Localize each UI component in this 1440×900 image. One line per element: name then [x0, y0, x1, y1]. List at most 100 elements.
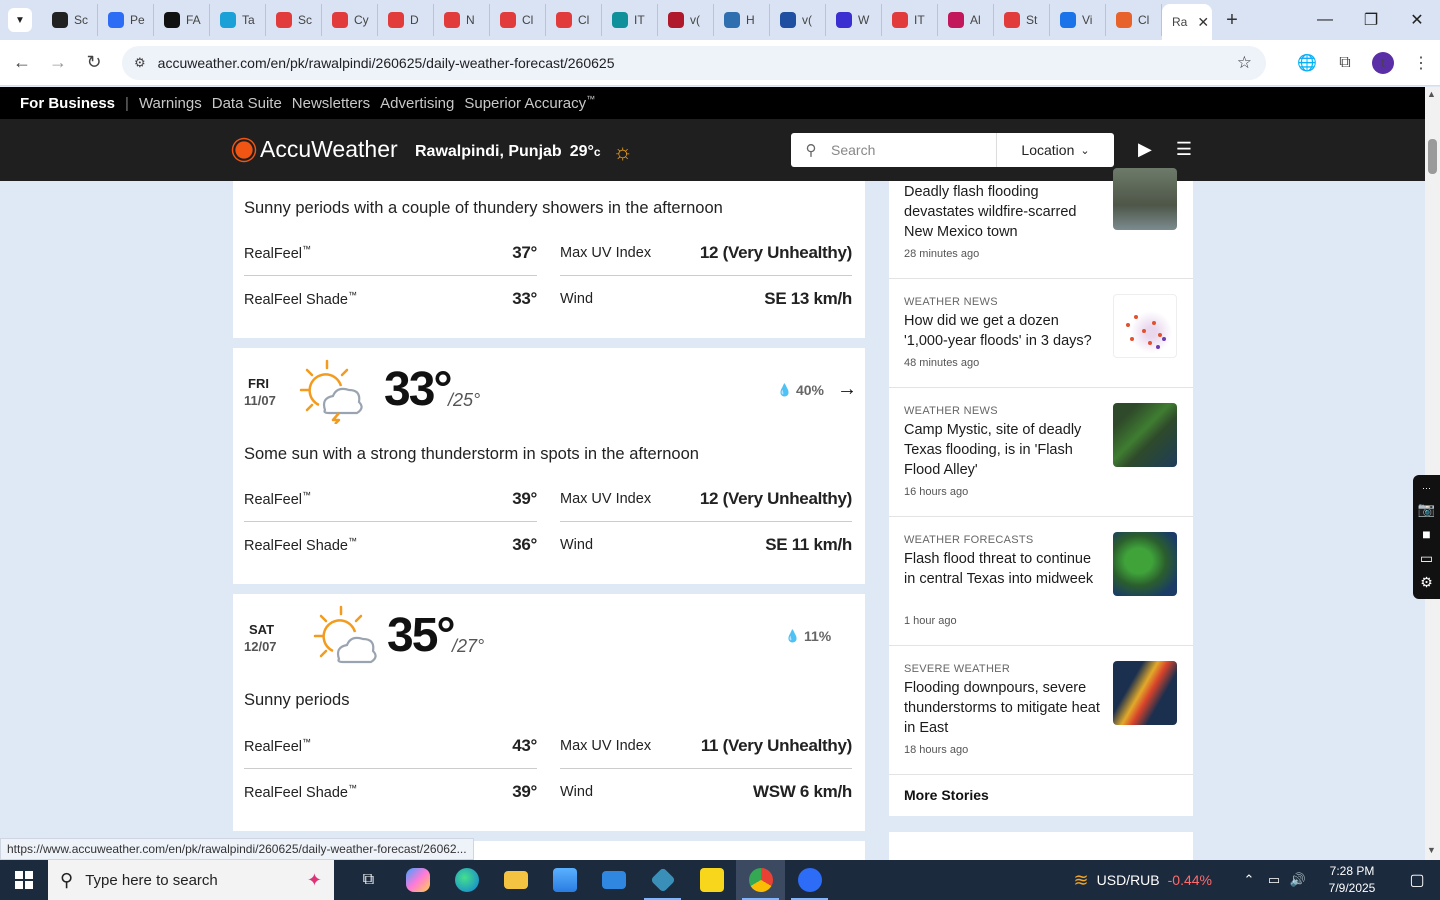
link-icon[interactable]: ⋯: [1422, 483, 1431, 494]
edge-app[interactable]: [442, 860, 491, 900]
chrome-app[interactable]: [736, 860, 785, 900]
news-title[interactable]: How did we get a dozen '1,000-year flood…: [904, 311, 1102, 351]
video-icon[interactable]: ▶: [1138, 139, 1152, 160]
browser-tab[interactable]: Vi: [1050, 4, 1106, 36]
taskbar-search[interactable]: ⚲ Type here to search ✦: [48, 860, 334, 900]
browser-tab[interactable]: W: [826, 4, 882, 36]
start-button[interactable]: [0, 860, 48, 900]
browser-tab[interactable]: N: [434, 4, 490, 36]
window-icon[interactable]: ▭: [1420, 550, 1433, 567]
news-item[interactable]: WEATHER NEWS Camp Mystic, site of deadly…: [889, 388, 1193, 517]
system-clock[interactable]: 7:28 PM 7/9/2025: [1310, 863, 1394, 897]
browser-tab[interactable]: D: [378, 4, 434, 36]
browser-tab[interactable]: Sc: [266, 4, 322, 36]
news-thumbnail[interactable]: [1113, 403, 1177, 467]
browser-tab[interactable]: Pe: [98, 4, 154, 36]
day-of-week: FRI: [248, 376, 269, 391]
camera-icon[interactable]: 📷: [1418, 501, 1435, 518]
page-scrollbar[interactable]: ▲ ▼: [1425, 87, 1440, 860]
newsletters-link[interactable]: Newsletters: [292, 95, 370, 112]
current-location[interactable]: Rawalpindi, Punjab 29°c ☼: [415, 139, 633, 165]
news-item[interactable]: WEATHER NEWS How did we get a dozen '1,0…: [889, 279, 1193, 388]
news-item[interactable]: Deadly flash flooding devastates wildfir…: [889, 168, 1193, 279]
browser-tab[interactable]: v(: [770, 4, 826, 36]
notification-icon[interactable]: ▢: [1394, 870, 1440, 890]
copilot-app[interactable]: [393, 860, 442, 900]
data-suite-link[interactable]: Data Suite: [212, 95, 282, 112]
max-uv-row: Max UV Index 12 (Very Unhealthy): [560, 476, 852, 522]
reload-button[interactable]: ↻: [76, 45, 112, 81]
browser-tab[interactable]: Ta: [210, 4, 266, 36]
bookmark-star-icon[interactable]: ☆: [1237, 53, 1252, 73]
gear-icon[interactable]: ⚙: [1420, 574, 1433, 591]
back-button[interactable]: ←: [4, 45, 40, 81]
maximize-button[interactable]: ❐: [1348, 0, 1394, 40]
sticky-notes-app[interactable]: [687, 860, 736, 900]
browser-tab[interactable]: Cy: [322, 4, 378, 36]
profile-avatar[interactable]: t: [1372, 52, 1394, 74]
browser-tab[interactable]: Cl: [1106, 4, 1162, 36]
network-icon[interactable]: ▭: [1262, 872, 1286, 888]
volume-icon[interactable]: 🔊: [1286, 872, 1310, 888]
news-thumbnail[interactable]: [1113, 532, 1177, 596]
warnings-link[interactable]: Warnings: [139, 95, 202, 112]
browser-tab[interactable]: H: [714, 4, 770, 36]
news-item[interactable]: SEVERE WEATHER Flooding downpours, sever…: [889, 646, 1193, 775]
close-window-button[interactable]: ✕: [1394, 0, 1440, 40]
forward-button[interactable]: →: [40, 45, 76, 81]
tab-search-button[interactable]: ▼: [8, 8, 32, 32]
show-hidden-icons[interactable]: ⌃: [1236, 872, 1262, 888]
taskbar-search-input[interactable]: Type here to search: [85, 872, 218, 889]
video-camera-icon[interactable]: ■: [1422, 526, 1430, 542]
superior-accuracy-link[interactable]: Superior Accuracy™: [464, 94, 595, 112]
mail-app[interactable]: [589, 860, 638, 900]
forecast-card-partial[interactable]: Sunny periods with a couple of thundery …: [233, 181, 865, 338]
more-stories-link[interactable]: More Stories: [904, 787, 989, 803]
vpn-app[interactable]: [638, 860, 687, 900]
browser-tab[interactable]: Cl: [546, 4, 602, 36]
news-title[interactable]: Deadly flash flooding devastates wildfir…: [904, 182, 1102, 242]
menu-kebab-icon[interactable]: ⋮: [1402, 53, 1440, 73]
browser-tab[interactable]: IT: [882, 4, 938, 36]
browser-tab[interactable]: Al: [938, 4, 994, 36]
scroll-down-arrow-icon[interactable]: ▼: [1427, 845, 1436, 855]
site-info-icon[interactable]: ⚙: [134, 55, 146, 71]
arrow-right-icon[interactable]: →: [837, 378, 857, 401]
for-business-link[interactable]: For Business: [20, 95, 115, 112]
store-app[interactable]: [540, 860, 589, 900]
close-tab-icon[interactable]: ✕: [1197, 14, 1209, 31]
stock-ticker-widget[interactable]: ≋ USD/RUB -0.44%: [1074, 870, 1212, 891]
advertising-link[interactable]: Advertising: [380, 95, 454, 112]
hamburger-menu-icon[interactable]: ☰: [1176, 139, 1192, 160]
forecast-card-fri[interactable]: FRI 11/07 33° /25° 💧 40% → Some sun with…: [233, 348, 865, 584]
zoom-app[interactable]: [785, 860, 834, 900]
forecast-card-sat[interactable]: SAT 12/07 35° /27° 💧 11% Sunny periods R…: [233, 594, 865, 831]
new-tab-button[interactable]: +: [1218, 6, 1246, 34]
file-explorer-app[interactable]: [491, 860, 540, 900]
translate-icon[interactable]: 🌐: [1288, 53, 1326, 73]
news-title[interactable]: Camp Mystic, site of deadly Texas floodi…: [904, 420, 1102, 480]
browser-tab[interactable]: FA: [154, 4, 210, 36]
address-bar[interactable]: ⚙ accuweather.com/en/pk/rawalpindi/26062…: [122, 46, 1266, 80]
news-item[interactable]: WEATHER FORECASTS Flash flood threat to …: [889, 517, 1193, 646]
news-thumbnail[interactable]: [1113, 661, 1177, 725]
browser-tab[interactable]: IT: [602, 4, 658, 36]
news-thumbnail[interactable]: [1113, 294, 1177, 358]
search-bar[interactable]: ⚲ Search Location ⌄: [791, 133, 1114, 167]
extensions-icon[interactable]: ⧉: [1326, 54, 1364, 72]
browser-tab[interactable]: Sc: [42, 4, 98, 36]
scrollbar-thumb[interactable]: [1428, 139, 1437, 174]
scroll-up-arrow-icon[interactable]: ▲: [1427, 89, 1436, 99]
browser-tab[interactable]: v(: [658, 4, 714, 36]
accuweather-logo[interactable]: AccuWeather: [232, 136, 398, 163]
news-thumbnail[interactable]: [1113, 168, 1177, 230]
browser-tab[interactable]: St: [994, 4, 1050, 36]
minimize-button[interactable]: —: [1302, 0, 1348, 40]
news-title[interactable]: Flooding downpours, severe thunderstorms…: [904, 678, 1102, 738]
news-title[interactable]: Flash flood threat to continue in centra…: [904, 549, 1102, 589]
tab-active[interactable]: Ra ✕: [1162, 4, 1212, 40]
search-input[interactable]: Search: [831, 142, 996, 158]
browser-tab[interactable]: Cl: [490, 4, 546, 36]
location-dropdown[interactable]: Location ⌄: [996, 133, 1114, 167]
task-view-button[interactable]: ⧉: [344, 860, 393, 900]
